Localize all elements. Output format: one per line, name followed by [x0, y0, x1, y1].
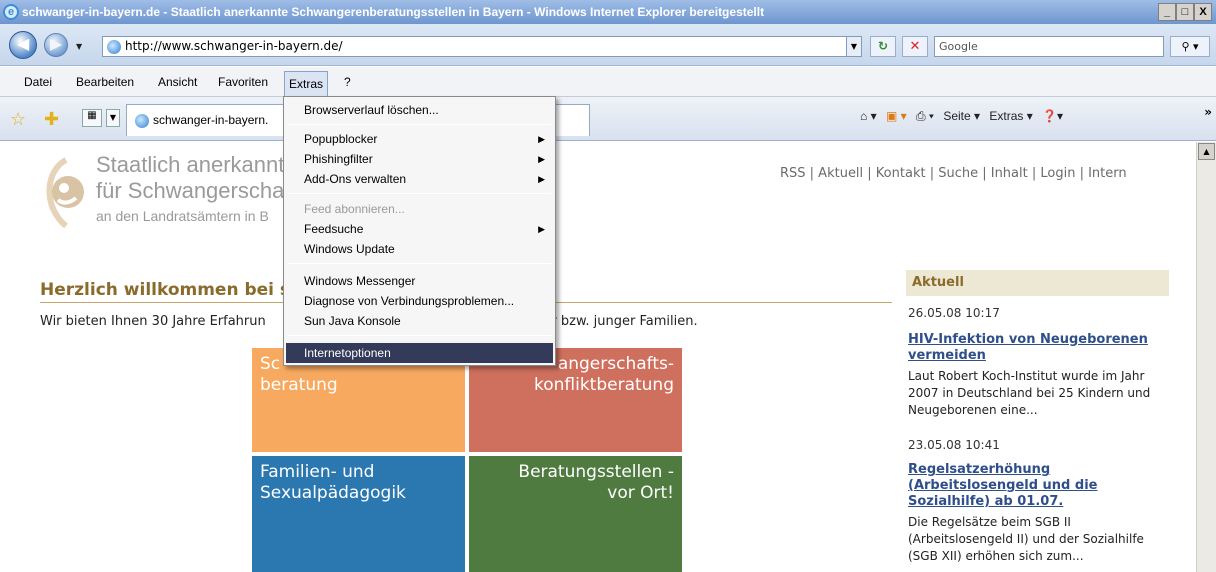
- submenu-arrow-icon: ▶: [538, 174, 545, 184]
- menu-item-phishing-filter[interactable]: Phishingfilter ▶: [286, 149, 553, 169]
- quick-tabs-icon[interactable]: ▦: [82, 109, 102, 127]
- favorites-center-icon[interactable]: ☆: [10, 109, 26, 130]
- menu-item-java-console[interactable]: Sun Java Konsole: [286, 311, 553, 331]
- tile-sexualpaedagogik[interactable]: Familien- und Sexualpädagogik: [252, 456, 465, 572]
- tile-4-line2: vor Ort!: [607, 483, 674, 503]
- site-favicon-icon: [107, 40, 121, 54]
- window-controls: _ □ X: [1158, 3, 1212, 21]
- vertical-scrollbar[interactable]: ▲: [1196, 142, 1216, 572]
- address-input[interactable]: http://www.schwanger-in-bayern.de/: [102, 36, 862, 57]
- menu-help[interactable]: ?: [340, 67, 355, 97]
- close-button[interactable]: X: [1194, 3, 1212, 21]
- welcome-heading: Herzlich willkommen bei s: [40, 280, 291, 300]
- scroll-up-icon[interactable]: ▲: [1198, 143, 1215, 160]
- menu-item-clear-history[interactable]: Browserverlauf löschen...: [286, 100, 553, 120]
- menu-item-addons[interactable]: Add-Ons verwalten ▶: [286, 169, 553, 189]
- submenu-arrow-icon: ▶: [538, 224, 545, 234]
- minimize-button[interactable]: _: [1158, 3, 1176, 21]
- menu-separator: [288, 335, 551, 336]
- feeds-icon[interactable]: ▣ ▾: [886, 109, 907, 123]
- tile-2-line2: konfliktberatung: [533, 375, 674, 395]
- menu-item-diagnose[interactable]: Diagnose von Verbindungsproblemen...: [286, 291, 553, 311]
- tab-title: schwanger-in-bayern.: [153, 113, 269, 127]
- top-navigation[interactable]: RSS | Aktuell | Kontakt | Suche | Inhalt…: [780, 166, 1127, 181]
- news-date: 26.05.08 10:17: [908, 306, 1000, 320]
- menu-extras[interactable]: Extras: [284, 71, 329, 97]
- logo-title-line2: für Schwangerscha: [96, 178, 285, 203]
- web-page: Staatlich anerkannte für Schwangerscha a…: [0, 142, 1196, 572]
- more-commands-icon[interactable]: »: [1204, 105, 1212, 119]
- menu-datei[interactable]: Datei: [20, 67, 56, 97]
- tile-4-line1: Beratungsstellen -: [518, 462, 674, 482]
- tab-list-dropdown-icon[interactable]: ▼: [106, 109, 120, 127]
- extras-dropdown-menu: Browserverlauf löschen... Popupblocker ▶ …: [283, 96, 556, 366]
- menu-separator: [288, 124, 551, 125]
- submenu-arrow-icon: ▶: [538, 134, 545, 144]
- stop-button[interactable]: ✕: [902, 36, 928, 57]
- address-toolbar: ◀ ▶ ▼ http://www.schwanger-in-bayern.de/…: [0, 24, 1216, 66]
- menu-item-subscribe-feed: Feed abonnieren...: [304, 202, 405, 216]
- logo-subtitle: an den Landratsämtern in B: [96, 208, 269, 224]
- menu-ansicht[interactable]: Ansicht: [154, 67, 201, 97]
- refresh-button[interactable]: ↻: [870, 36, 896, 57]
- recent-pages-dropdown-icon[interactable]: ▼: [76, 42, 82, 51]
- address-dropdown-icon[interactable]: ▼: [846, 36, 862, 57]
- tile-1-line2: beratung: [260, 375, 338, 395]
- search-button[interactable]: ⚲ ▾: [1170, 36, 1210, 57]
- add-favorite-icon[interactable]: ✚: [44, 109, 59, 130]
- help-icon[interactable]: ❓▾: [1042, 109, 1063, 123]
- news-teaser: Laut Robert Koch-Institut wurde im Jahr …: [908, 369, 1151, 417]
- news-teaser: Die Regelsätze beim SGB II (Arbeitslosen…: [908, 515, 1144, 563]
- window-title: schwanger-in-bayern.de - Staatlich anerk…: [22, 5, 765, 19]
- menu-bearbeiten[interactable]: Bearbeiten: [72, 67, 138, 97]
- page-menu-button[interactable]: Seite ▾: [943, 109, 980, 123]
- welcome-text-left: Wir bieten Ihnen 30 Jahre Erfahrun: [40, 314, 266, 329]
- search-input[interactable]: Google: [934, 36, 1164, 57]
- tile-3-line2: Sexualpädagogik: [260, 483, 406, 503]
- sidebar-heading: Aktuell: [906, 270, 1169, 296]
- logo-icon: [46, 157, 84, 229]
- tab-favicon-icon: [135, 114, 149, 128]
- tile-3-line1: Familien- und: [260, 462, 375, 482]
- menu-separator: [288, 193, 551, 194]
- menu-item-windows-update[interactable]: Windows Update: [286, 239, 553, 259]
- window-titlebar: e schwanger-in-bayern.de - Staatlich ane…: [0, 0, 1216, 24]
- news-title-link[interactable]: HIV-Infektion von Neugeborenen vermeiden: [908, 332, 1158, 364]
- submenu-arrow-icon: ▶: [538, 154, 545, 164]
- address-url: http://www.schwanger-in-bayern.de/: [125, 39, 343, 53]
- news-date: 23.05.08 10:41: [908, 438, 1000, 452]
- maximize-button[interactable]: □: [1176, 3, 1194, 21]
- home-icon[interactable]: ⌂ ▾: [860, 109, 877, 123]
- menu-bar: Datei Bearbeiten Ansicht Favoriten Extra…: [0, 67, 1216, 97]
- print-icon[interactable]: ⎙ ▾: [916, 109, 934, 123]
- menu-item-messenger[interactable]: Windows Messenger: [286, 271, 553, 291]
- logo-title-line1: Staatlich anerkannte: [96, 152, 297, 177]
- back-button[interactable]: ◀: [9, 31, 37, 59]
- ie-logo-icon: e: [3, 4, 19, 20]
- tile-beratungsstellen[interactable]: Beratungsstellen - vor Ort!: [469, 456, 682, 572]
- tab-toolbar: ☆ ✚ ▦ ▼ schwanger-in-bayern. ⌂ ▾ ▣ ▾ ⎙ ▾…: [0, 97, 1216, 141]
- menu-separator: [288, 263, 551, 264]
- command-bar: ⌂ ▾ ▣ ▾ ⎙ ▾ Seite ▾ Extras ▾ ❓▾: [860, 109, 1069, 124]
- tools-menu-button[interactable]: Extras ▾: [989, 109, 1032, 123]
- search-icon: ⚲ ▾: [1181, 40, 1199, 53]
- menu-item-internet-options[interactable]: Internetoptionen: [286, 343, 553, 363]
- menu-item-popup-blocker[interactable]: Popupblocker ▶: [286, 129, 553, 149]
- menu-favoriten[interactable]: Favoriten: [214, 67, 272, 97]
- forward-button[interactable]: ▶: [44, 33, 68, 57]
- menu-item-feed-search[interactable]: Feedsuche ▶: [286, 219, 553, 239]
- news-title-link[interactable]: Regelsatzerhöhung (Arbeitslosengeld und …: [908, 462, 1158, 510]
